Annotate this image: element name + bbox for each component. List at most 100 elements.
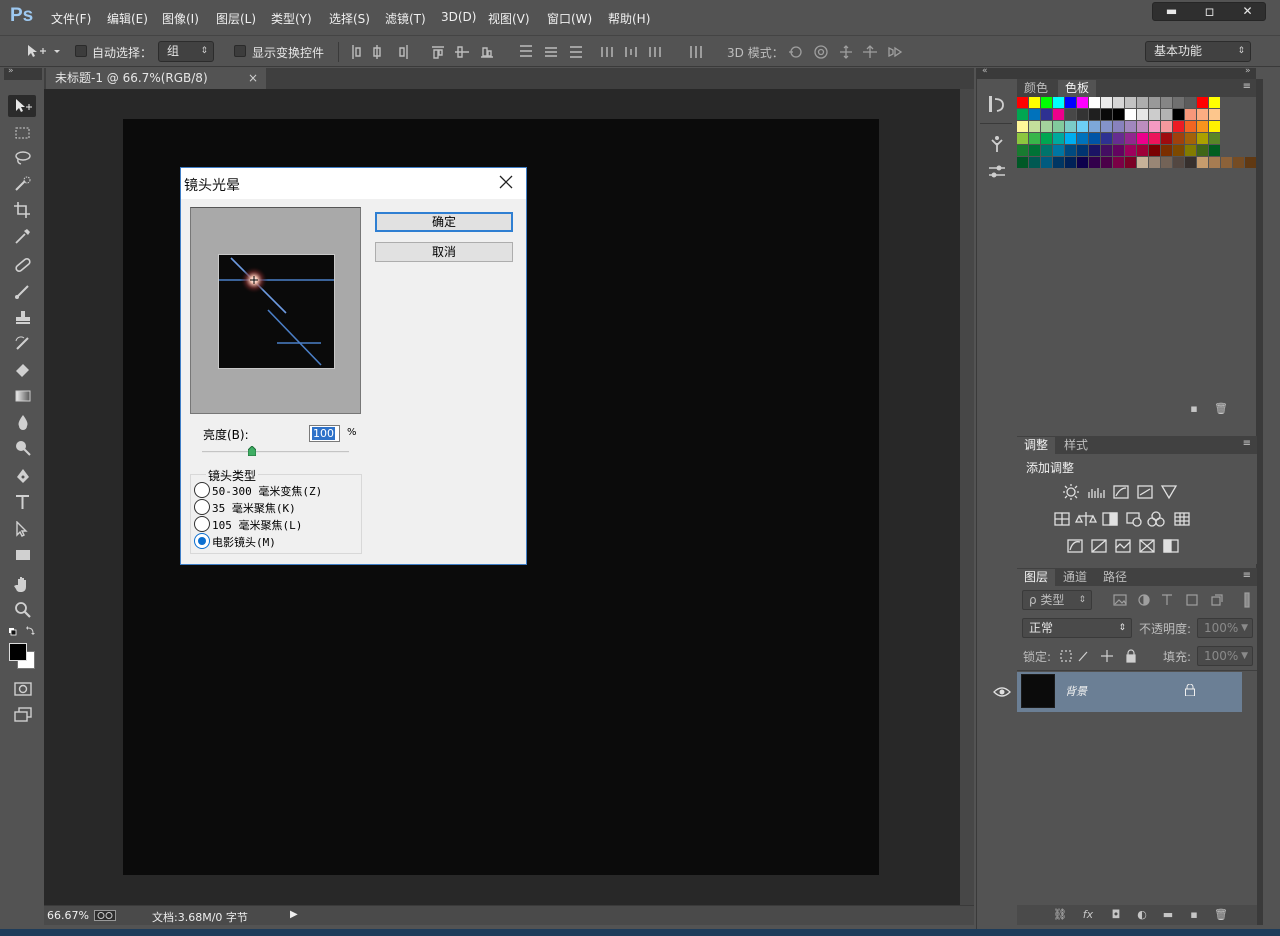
swatch[interactable]	[1053, 157, 1064, 168]
swatch[interactable]	[1041, 157, 1052, 168]
3d-mode-icons[interactable]	[787, 44, 907, 60]
layer-row-background[interactable]: 背景	[993, 672, 1242, 712]
tab-swatches[interactable]: 色板	[1058, 80, 1097, 97]
crop-tool[interactable]	[8, 199, 36, 221]
swatch[interactable]	[1077, 157, 1088, 168]
fx-icon[interactable]: fx	[1081, 909, 1095, 921]
swatch[interactable]	[1197, 121, 1208, 132]
lock-icons[interactable]	[1060, 649, 1142, 663]
swatch[interactable]	[1089, 121, 1100, 132]
swatch[interactable]	[1137, 157, 1148, 168]
lasso-tool[interactable]	[8, 147, 36, 169]
swatch[interactable]	[1053, 121, 1064, 132]
swatch[interactable]	[1197, 97, 1208, 108]
screen-mode-button[interactable]	[8, 703, 36, 725]
swatch[interactable]	[1029, 97, 1040, 108]
foreground-color[interactable]	[9, 643, 27, 661]
swatch[interactable]	[1041, 109, 1052, 120]
adjustment-row-3[interactable]	[1066, 538, 1186, 554]
swatch[interactable]	[1185, 157, 1196, 168]
marquee-tool[interactable]	[8, 122, 36, 144]
brightness-slider-track[interactable]	[202, 451, 349, 453]
healing-brush-tool[interactable]	[8, 254, 36, 276]
new-layer-icon[interactable]: ▪	[1187, 909, 1201, 921]
swatch[interactable]	[1053, 133, 1064, 144]
tab-close-icon[interactable]: ×	[248, 68, 258, 89]
swatch[interactable]	[1029, 133, 1040, 144]
swatch[interactable]	[1089, 133, 1100, 144]
new-group-icon[interactable]: ▬	[1161, 909, 1175, 921]
add-mask-icon[interactable]: ◘	[1109, 909, 1123, 921]
swatch[interactable]	[1161, 109, 1172, 120]
swatch[interactable]	[1233, 157, 1244, 168]
swatch[interactable]	[1173, 109, 1184, 120]
color-swatches[interactable]	[9, 643, 37, 671]
swatch[interactable]	[1209, 97, 1220, 108]
swatch[interactable]	[1197, 145, 1208, 156]
swatch[interactable]	[1137, 109, 1148, 120]
swatch[interactable]	[1161, 145, 1172, 156]
lens-label-movie[interactable]: 电影镜头(M)	[212, 534, 276, 550]
swatch[interactable]	[1029, 145, 1040, 156]
panel-menu-icon[interactable]: ≡	[1243, 81, 1251, 92]
lens-radio-zoom[interactable]	[194, 482, 210, 498]
swatch[interactable]	[1053, 109, 1064, 120]
swatch[interactable]	[1185, 109, 1196, 120]
swatch[interactable]	[1125, 97, 1136, 108]
swatch[interactable]	[1101, 109, 1112, 120]
dialog-close-icon[interactable]	[496, 172, 516, 192]
swatch[interactable]	[1041, 133, 1052, 144]
lens-radio-35mm[interactable]	[194, 499, 210, 515]
swatch[interactable]	[1029, 109, 1040, 120]
brush-presets-icon[interactable]	[987, 135, 1007, 153]
swatch[interactable]	[1209, 157, 1220, 168]
swatch[interactable]	[1053, 145, 1064, 156]
menu-view[interactable]: 视图(V)	[488, 10, 530, 27]
swatch[interactable]	[1161, 97, 1172, 108]
menu-help[interactable]: 帮助(H)	[608, 10, 650, 27]
swatch[interactable]	[1137, 133, 1148, 144]
menu-filter[interactable]: 滤镜(T)	[385, 10, 426, 27]
swatch[interactable]	[1173, 121, 1184, 132]
close-button[interactable]: ✕	[1229, 3, 1266, 20]
clone-source-icon[interactable]	[987, 163, 1007, 181]
canvas-scrollbar[interactable]	[960, 89, 974, 905]
swatch[interactable]	[1173, 145, 1184, 156]
swatch[interactable]	[1185, 121, 1196, 132]
swatch[interactable]	[1077, 133, 1088, 144]
swatch[interactable]	[1149, 109, 1160, 120]
swatch[interactable]	[1065, 145, 1076, 156]
swatch[interactable]	[1017, 133, 1028, 144]
show-transform-checkbox[interactable]	[234, 45, 246, 57]
swatch[interactable]	[1149, 121, 1160, 132]
workspace-dropdown[interactable]: 基本功能 ⇕	[1145, 41, 1251, 62]
blend-mode-dropdown[interactable]: 正常 ⇕	[1022, 618, 1132, 638]
swatch[interactable]	[1065, 97, 1076, 108]
swatch[interactable]	[1161, 157, 1172, 168]
delete-swatch-icon[interactable]: 🗑	[1214, 403, 1228, 415]
tab-paths[interactable]: 路径	[1096, 569, 1134, 586]
swatch[interactable]	[1077, 97, 1088, 108]
swatch[interactable]	[1101, 157, 1112, 168]
dodge-tool[interactable]	[8, 437, 36, 459]
align-distribute-icons[interactable]	[350, 44, 710, 60]
swatch[interactable]	[1197, 109, 1208, 120]
swatch[interactable]	[1017, 97, 1028, 108]
menu-image[interactable]: 图像(I)	[162, 10, 199, 27]
swatch[interactable]	[1209, 109, 1220, 120]
menu-layer[interactable]: 图层(L)	[216, 10, 256, 27]
opacity-input[interactable]: 100% ▼	[1197, 618, 1253, 638]
menu-3d[interactable]: 3D(D)	[441, 10, 476, 24]
swatch[interactable]	[1209, 121, 1220, 132]
swatch[interactable]	[1101, 133, 1112, 144]
lens-radio-movie[interactable]	[194, 533, 210, 549]
rectangle-tool[interactable]	[8, 544, 36, 566]
lens-radio-105mm[interactable]	[194, 516, 210, 532]
adjustment-row-1[interactable]	[1063, 484, 1183, 500]
menu-type[interactable]: 类型(Y)	[271, 10, 312, 27]
swatch[interactable]	[1197, 133, 1208, 144]
swatch[interactable]	[1161, 121, 1172, 132]
clone-stamp-tool[interactable]	[8, 306, 36, 328]
layer-filter-dropdown[interactable]: ρ 类型 ⇕	[1022, 590, 1092, 610]
swatch[interactable]	[1173, 133, 1184, 144]
